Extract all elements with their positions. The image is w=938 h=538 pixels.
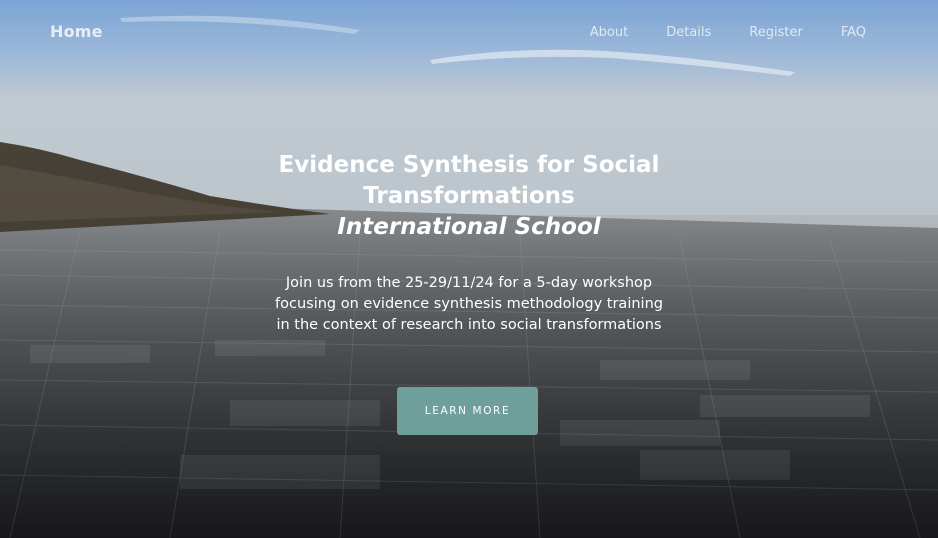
nav-link-about[interactable]: About [590, 25, 628, 40]
hero-title: Evidence Synthesis for Social Transforma… [259, 150, 679, 243]
hero-section: Home About Details Register FAQ Evidence… [0, 0, 938, 538]
nav-link-register[interactable]: Register [749, 25, 803, 40]
hero-title-line-2: Transformations [363, 183, 575, 209]
hero-content: Evidence Synthesis for Social Transforma… [0, 150, 938, 336]
nav-link-details[interactable]: Details [666, 25, 711, 40]
nav-home-link[interactable]: Home [50, 22, 103, 41]
hero-title-line-1: Evidence Synthesis for Social [278, 152, 660, 178]
hero-description: Join us from the 25-29/11/24 for a 5-day… [275, 275, 663, 333]
hero-title-line-3: International School [337, 214, 601, 240]
nav-link-faq[interactable]: FAQ [841, 25, 866, 40]
top-navbar: Home About Details Register FAQ [0, 0, 938, 66]
nav-links: About Details Register FAQ [590, 25, 866, 40]
learn-more-button[interactable]: LEARN MORE [397, 387, 538, 435]
